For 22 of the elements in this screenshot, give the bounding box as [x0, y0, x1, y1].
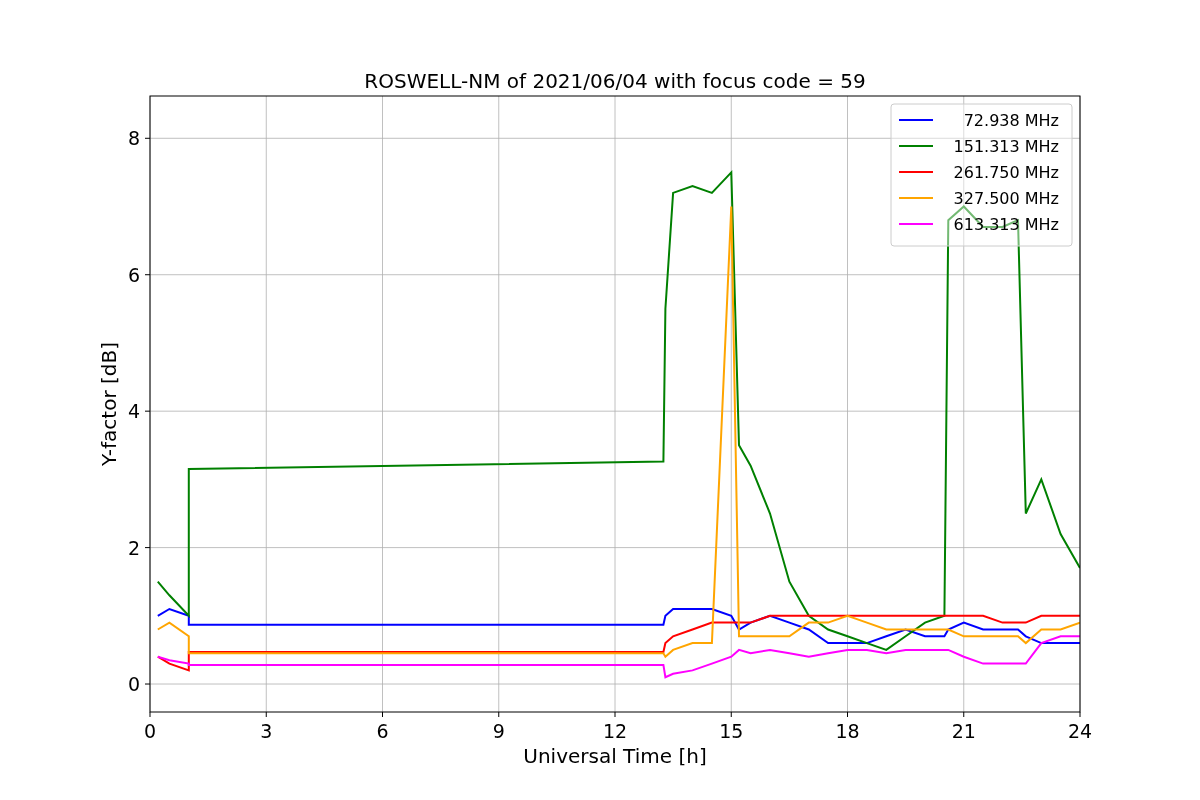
- x-tick-label: 18: [835, 720, 860, 742]
- x-tick-label: 9: [492, 720, 505, 742]
- x-axis-label: Universal Time [h]: [523, 744, 707, 768]
- legend-label: 72.938 MHz: [963, 111, 1059, 130]
- x-tick-label: 0: [143, 720, 157, 742]
- y-tick-label: 4: [127, 400, 140, 423]
- y-tick-label: 0: [127, 673, 140, 696]
- x-tick-label: 6: [376, 720, 389, 742]
- y-tick-label: 2: [127, 536, 140, 559]
- y-tick-label: 6: [127, 263, 140, 286]
- x-tick-label: 15: [719, 720, 744, 742]
- x-tick-label: 3: [260, 720, 273, 742]
- legend-label: 327.500 MHz: [953, 189, 1059, 208]
- legend-label: 151.313 MHz: [953, 137, 1059, 156]
- x-tick-label: 12: [602, 720, 628, 742]
- x-tick-label: 21: [951, 720, 976, 742]
- legend-label: 261.750 MHz: [953, 163, 1059, 182]
- legend-label: 613.313 MHz: [953, 215, 1059, 234]
- y-axis-label: Y-factor [dB]: [97, 342, 121, 466]
- chart-title: ROSWELL-NM of 2021/06/04 with focus code = 59: [364, 69, 866, 93]
- x-tick-label: 24: [1067, 720, 1093, 742]
- y-tick-label: 8: [127, 127, 140, 150]
